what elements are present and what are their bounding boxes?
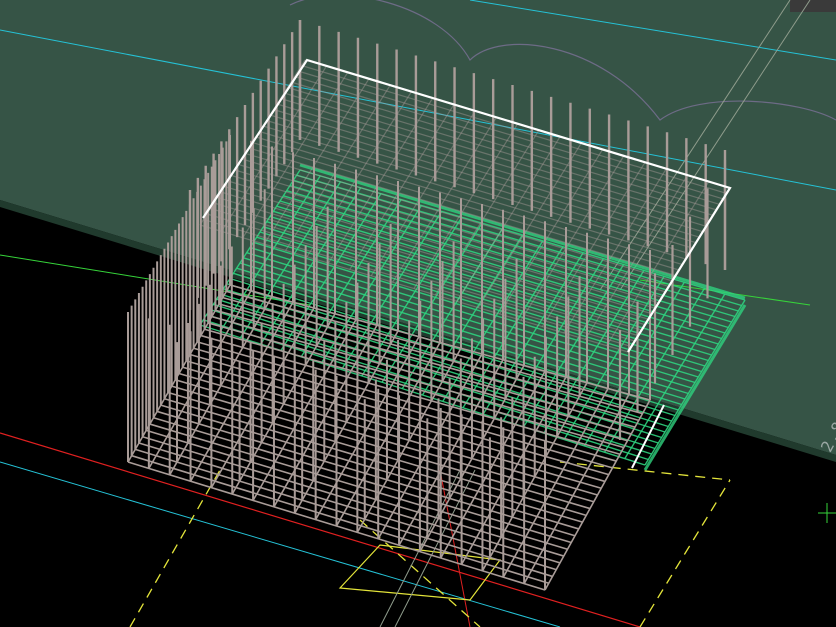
- cad-3d-viewport[interactable]: 2,8: [0, 0, 836, 627]
- rebar-cage-scene: [0, 0, 836, 627]
- gray-top-strip: [790, 0, 836, 12]
